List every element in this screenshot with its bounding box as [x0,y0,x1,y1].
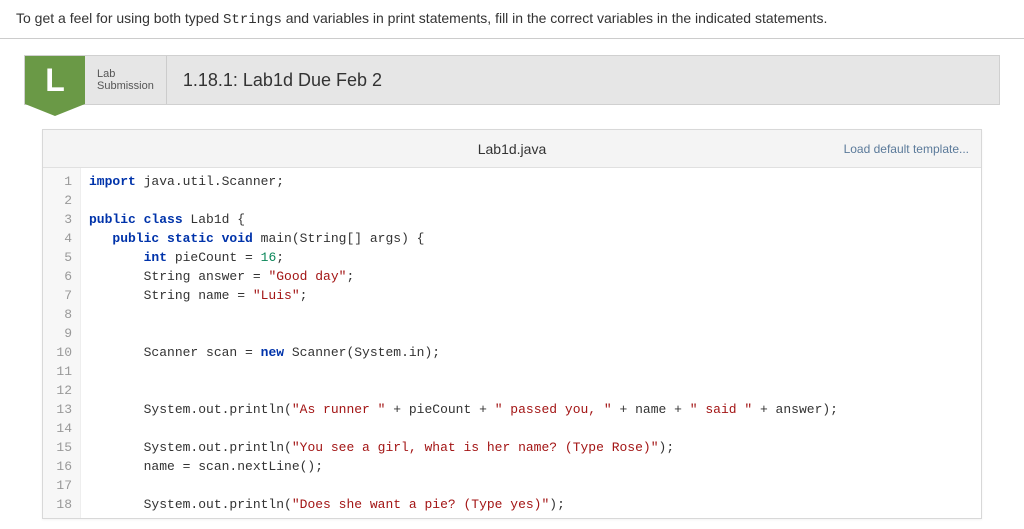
code-line[interactable]: public static void main(String[] args) { [89,229,838,248]
code-line[interactable]: int pieCount = 16; [89,248,838,267]
lab-label: Lab Submission [85,56,167,104]
code-line[interactable]: System.out.println("As runner " + pieCou… [89,400,838,419]
line-number: 4 [43,229,72,248]
code-area[interactable]: 123456789101112131415161718 import java.… [43,168,981,518]
instruction-after: and variables in print statements, fill … [282,10,828,26]
instruction-text: To get a feel for using both typed Strin… [0,0,1024,39]
line-number: 11 [43,362,72,381]
code-line[interactable]: import java.util.Scanner; [89,172,838,191]
lab-label-bottom: Submission [97,80,154,92]
line-number: 13 [43,400,72,419]
line-number: 12 [43,381,72,400]
code-line[interactable]: String name = "Luis"; [89,286,838,305]
line-number: 15 [43,438,72,457]
line-gutter: 123456789101112131415161718 [43,168,81,518]
code-content[interactable]: import java.util.Scanner; public class L… [81,168,846,518]
code-line[interactable]: String answer = "Good day"; [89,267,838,286]
editor-filename: Lab1d.java [478,141,547,157]
lab-label-top: Lab [97,68,154,80]
lab-title: 1.18.1: Lab1d Due Feb 2 [167,56,398,104]
line-number: 5 [43,248,72,267]
editor-header: Lab1d.java Load default template... [43,130,981,168]
code-line[interactable] [89,381,838,400]
code-line[interactable]: System.out.println("You see a girl, what… [89,438,838,457]
instruction-before: To get a feel for using both typed [16,10,223,26]
line-number: 2 [43,191,72,210]
line-number: 6 [43,267,72,286]
code-line[interactable] [89,362,838,381]
code-line[interactable] [89,476,838,495]
code-line[interactable] [89,191,838,210]
instruction-mono: Strings [223,12,282,28]
code-line[interactable] [89,419,838,438]
line-number: 3 [43,210,72,229]
code-line[interactable] [89,324,838,343]
line-number: 7 [43,286,72,305]
line-number: 8 [43,305,72,324]
code-line[interactable]: name = scan.nextLine(); [89,457,838,476]
banner-wrap: L Lab Submission 1.18.1: Lab1d Due Feb 2 [0,39,1024,105]
load-template-link[interactable]: Load default template... [844,142,969,156]
line-number: 16 [43,457,72,476]
lab-banner: L Lab Submission 1.18.1: Lab1d Due Feb 2 [24,55,1000,105]
line-number: 18 [43,495,72,514]
code-line[interactable] [89,305,838,324]
line-number: 10 [43,343,72,362]
line-number: 9 [43,324,72,343]
editor-panel: Lab1d.java Load default template... 1234… [42,129,982,519]
line-number: 1 [43,172,72,191]
line-number: 17 [43,476,72,495]
code-line[interactable]: public class Lab1d { [89,210,838,229]
lab-badge: L [25,56,85,104]
code-line[interactable]: System.out.println("Does she want a pie?… [89,495,838,514]
code-line[interactable]: Scanner scan = new Scanner(System.in); [89,343,838,362]
line-number: 14 [43,419,72,438]
